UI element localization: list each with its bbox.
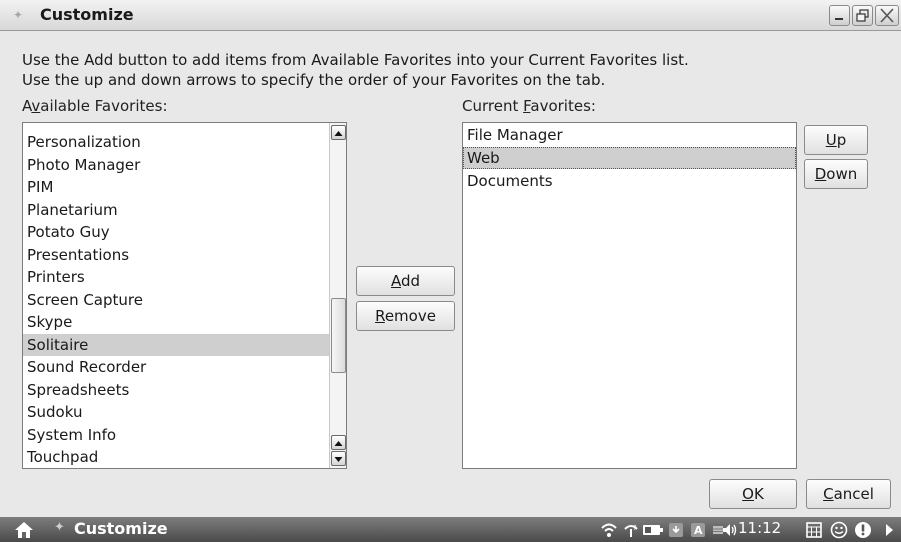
update-icon[interactable] bbox=[668, 521, 684, 539]
remove-button[interactable]: Remove bbox=[356, 301, 455, 331]
list-item[interactable]: Potato Guy bbox=[23, 221, 329, 243]
volume-icon[interactable] bbox=[721, 521, 739, 539]
close-icon bbox=[880, 8, 894, 23]
minimize-icon bbox=[835, 18, 843, 20]
window-title: Customize bbox=[40, 5, 134, 24]
arrow-down-icon bbox=[334, 457, 343, 462]
list-item[interactable]: Solitaire bbox=[23, 333, 329, 356]
list-item[interactable]: PIM bbox=[23, 176, 329, 198]
cancel-button[interactable]: Cancel bbox=[806, 479, 891, 509]
list-item[interactable]: Personalization bbox=[23, 131, 329, 153]
list-item[interactable]: Presentations bbox=[23, 244, 329, 266]
app-icon: ✦ bbox=[13, 8, 24, 22]
list-item[interactable]: File Manager bbox=[463, 124, 796, 146]
scroll-thumb[interactable] bbox=[331, 298, 346, 373]
clock[interactable]: 11:12 bbox=[738, 519, 781, 537]
svg-text:A: A bbox=[694, 524, 703, 537]
taskbar: ✦ Customize ? A 11:12 bbox=[0, 517, 901, 542]
wifi-icon[interactable] bbox=[600, 521, 618, 539]
input-method-icon[interactable]: A bbox=[690, 521, 706, 539]
list-item[interactable]: Printers bbox=[23, 266, 329, 288]
list-item[interactable]: Photo Manager bbox=[23, 154, 329, 176]
system-tray: ? A 11:12 bbox=[0, 517, 901, 542]
network-signal-icon[interactable]: ? bbox=[622, 521, 640, 539]
add-button[interactable]: Add bbox=[356, 266, 455, 296]
list-item[interactable]: Skype bbox=[23, 311, 329, 333]
window-titlebar[interactable]: ✦ Customize bbox=[0, 0, 901, 31]
arrow-up-icon bbox=[334, 131, 343, 136]
svg-text:?: ? bbox=[633, 524, 637, 532]
scroll-up-button-lower[interactable] bbox=[331, 435, 346, 450]
maximize-button[interactable] bbox=[852, 5, 873, 26]
instruction-line-2: Use the up and down arrows to specify th… bbox=[22, 71, 606, 89]
ok-button[interactable]: OK bbox=[709, 479, 797, 509]
available-favorites-list[interactable]: Personalization Photo Manager PIM Planetari… bbox=[22, 122, 347, 469]
available-list-scrollbar[interactable] bbox=[329, 123, 346, 468]
maximize-icon bbox=[856, 9, 869, 22]
close-button[interactable] bbox=[875, 5, 899, 26]
list-item[interactable]: Planetarium bbox=[23, 199, 329, 221]
current-favorites-label: Current Favorites: bbox=[462, 97, 596, 115]
list-item[interactable]: System Info bbox=[23, 424, 329, 446]
battery-icon[interactable] bbox=[642, 521, 664, 539]
available-favorites-label: Available Favorites: bbox=[22, 97, 168, 115]
list-item[interactable]: Sudoku bbox=[23, 401, 329, 423]
calendar-icon[interactable] bbox=[806, 521, 822, 539]
move-up-button[interactable]: Up bbox=[804, 125, 868, 155]
instruction-line-1: Use the Add button to add items from Ava… bbox=[22, 51, 689, 69]
power-icon[interactable] bbox=[854, 521, 872, 539]
scroll-up-button[interactable] bbox=[331, 125, 346, 140]
list-item[interactable]: Screen Capture bbox=[23, 289, 329, 311]
current-favorites-list[interactable]: File Manager Web Documents bbox=[462, 122, 797, 469]
move-down-button[interactable]: Down bbox=[804, 159, 868, 189]
scroll-down-button[interactable] bbox=[331, 451, 346, 466]
list-item[interactable]: Sound Recorder bbox=[23, 356, 329, 378]
arrow-up-icon bbox=[334, 441, 343, 446]
minimize-button[interactable] bbox=[829, 5, 850, 26]
smiley-icon[interactable] bbox=[830, 521, 848, 539]
list-item[interactable]: Spreadsheets bbox=[23, 379, 329, 401]
list-item[interactable]: Touchpad bbox=[23, 446, 329, 468]
list-item[interactable]: Documents bbox=[463, 170, 796, 192]
list-item[interactable]: Web bbox=[463, 147, 796, 170]
arrow-right-icon[interactable] bbox=[883, 521, 895, 539]
